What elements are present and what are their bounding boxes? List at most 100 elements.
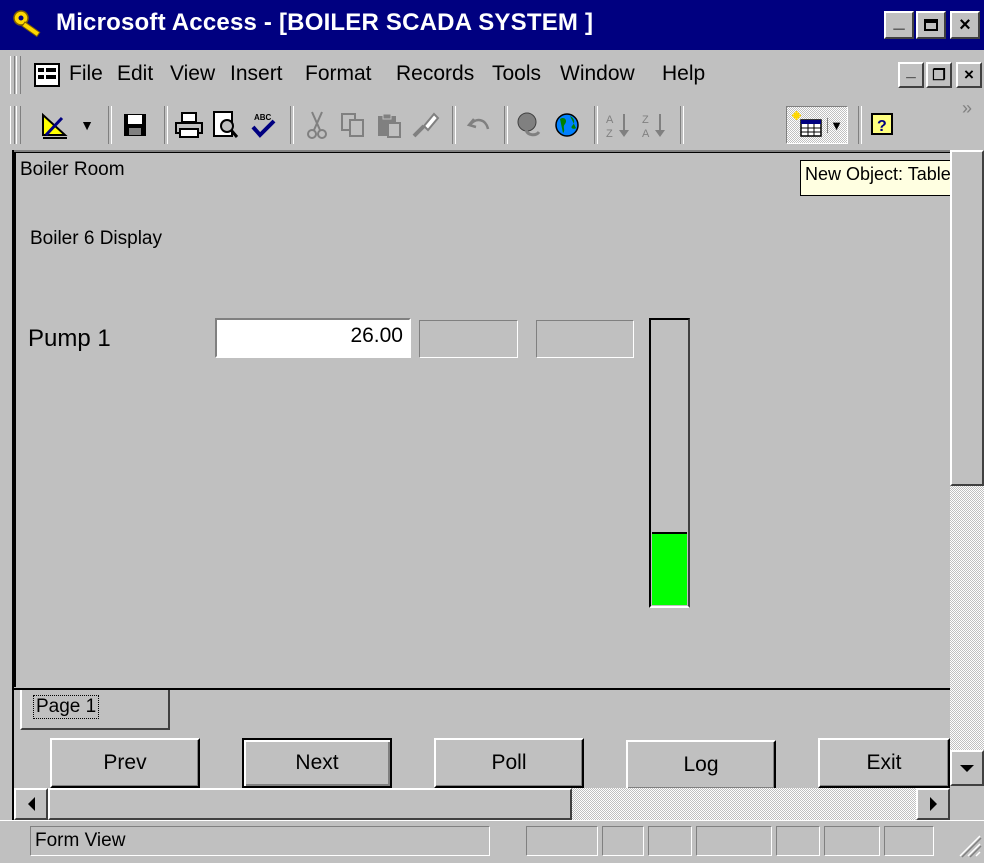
svg-text:A: A	[606, 114, 614, 126]
svg-text:?: ?	[877, 118, 887, 135]
maximize-button[interactable]	[916, 11, 946, 39]
menu-help[interactable]: Help	[662, 62, 705, 86]
pump-value-field[interactable]: 26.00	[215, 318, 411, 358]
svg-text:A: A	[642, 128, 650, 140]
status-cell-5	[776, 826, 820, 856]
mdi-restore-icon: ❐	[932, 67, 946, 84]
mdi-close-button[interactable]: ×	[956, 62, 982, 88]
window-title: Microsoft Access - [BOILER SCADA SYSTEM …	[56, 9, 594, 36]
vertical-scroll-thumb[interactable]	[950, 150, 984, 486]
close-button[interactable]: ×	[950, 11, 980, 39]
scroll-right-button[interactable]	[916, 788, 950, 820]
sort-ascending-icon[interactable]: AZ	[602, 106, 636, 144]
log-button[interactable]: Log	[626, 740, 776, 790]
menu-records[interactable]: Records	[396, 62, 474, 86]
status-cell-6	[824, 826, 880, 856]
maximize-icon	[924, 19, 938, 31]
toolbar-grip[interactable]	[10, 106, 15, 144]
horizontal-scroll-thumb[interactable]	[48, 788, 572, 820]
toolbar-separator	[504, 106, 508, 144]
toolbar-separator	[164, 106, 168, 144]
level-gauge	[649, 318, 690, 608]
exit-button[interactable]: Exit	[818, 738, 950, 788]
menu-grip[interactable]	[10, 56, 15, 94]
mdi-restore-button[interactable]: ❐	[926, 62, 952, 88]
form-control-menu-icon[interactable]	[34, 63, 60, 87]
web-toolbar-icon[interactable]	[550, 106, 584, 144]
status-cell-1	[526, 826, 598, 856]
mdi-close-icon: ×	[964, 65, 974, 84]
insert-hyperlink-icon[interactable]	[512, 106, 546, 144]
status-cell-4	[696, 826, 772, 856]
tab-page-1-label: Page 1	[32, 695, 100, 719]
scroll-left-icon	[27, 797, 35, 811]
toolbar-overflow-icon[interactable]: »	[962, 98, 972, 119]
svg-text:Z: Z	[606, 128, 613, 140]
scroll-down-button[interactable]	[950, 750, 984, 786]
form-top-border	[0, 150, 950, 153]
view-dropdown-arrow-icon[interactable]: ▼	[78, 106, 96, 144]
toolbar-grip-2[interactable]	[16, 106, 21, 144]
toolbar-separator	[452, 106, 456, 144]
new-object-button[interactable]: ▼	[786, 106, 848, 144]
minimize-button[interactable]: _	[884, 9, 914, 39]
app-key-icon[interactable]	[12, 9, 46, 39]
horizontal-scrollbar[interactable]	[14, 788, 950, 820]
new-object-dropdown-icon[interactable]: ▼	[827, 117, 843, 133]
menu-tools[interactable]: Tools	[492, 62, 541, 86]
spelling-icon[interactable]: ABC	[246, 106, 280, 144]
scroll-right-icon	[929, 797, 937, 811]
print-icon[interactable]	[172, 106, 206, 144]
mdi-minimize-button[interactable]: _	[898, 61, 924, 88]
menu-edit[interactable]: Edit	[117, 62, 153, 86]
form-left-border	[0, 150, 14, 820]
svg-text:ABC: ABC	[254, 113, 272, 122]
status-cell-7	[884, 826, 934, 856]
new-object-icon	[792, 111, 822, 137]
boiler-display-title: Boiler 6 Display	[30, 228, 162, 249]
horizontal-scroll-track[interactable]	[572, 788, 916, 820]
poll-button[interactable]: Poll	[434, 738, 584, 788]
title-bar: Microsoft Access - [BOILER SCADA SYSTEM …	[0, 0, 984, 50]
scroll-down-icon	[960, 764, 974, 772]
undo-icon[interactable]	[462, 106, 496, 144]
toolbar-separator	[594, 106, 598, 144]
paste-icon[interactable]	[372, 106, 406, 144]
design-view-icon[interactable]	[38, 106, 72, 144]
svg-text:Z: Z	[642, 114, 649, 126]
prev-button[interactable]: Prev	[50, 738, 200, 788]
print-preview-icon[interactable]	[208, 106, 242, 144]
menu-view[interactable]: View	[170, 62, 215, 86]
pump-label: Pump 1	[28, 325, 111, 352]
minimize-icon: _	[893, 9, 905, 32]
toolbar-separator	[858, 106, 862, 144]
toolbar-separator	[108, 106, 112, 144]
toolbar-separator	[680, 106, 684, 144]
menu-insert[interactable]: Insert	[230, 62, 283, 86]
scroll-corner	[950, 786, 984, 820]
close-icon: ×	[959, 13, 971, 36]
toolbar-separator	[290, 106, 294, 144]
mdi-minimize-icon: _	[906, 61, 916, 80]
menu-grip-2[interactable]	[16, 56, 21, 94]
level-gauge-fill	[652, 531, 687, 605]
format-painter-icon[interactable]	[408, 106, 442, 144]
copy-icon[interactable]	[336, 106, 370, 144]
status-cell-2	[602, 826, 644, 856]
scroll-left-button[interactable]	[14, 788, 48, 820]
menu-window[interactable]: Window	[560, 62, 635, 86]
status-text: Form View	[30, 826, 490, 856]
status-cell-3	[648, 826, 692, 856]
form-header-label: Boiler Room	[20, 159, 125, 180]
cut-icon[interactable]	[300, 106, 334, 144]
help-icon[interactable]: ?	[866, 106, 900, 144]
menu-format[interactable]: Format	[305, 62, 372, 86]
pump-status-field-1[interactable]	[419, 320, 518, 358]
sort-descending-icon[interactable]: ZA	[638, 106, 672, 144]
pump-status-field-2[interactable]	[536, 320, 634, 358]
vertical-scrollbar[interactable]	[950, 150, 984, 786]
size-grip-icon[interactable]	[954, 830, 982, 858]
menu-file[interactable]: File	[69, 62, 103, 86]
save-icon[interactable]	[118, 106, 152, 144]
next-button[interactable]: Next	[242, 738, 392, 788]
